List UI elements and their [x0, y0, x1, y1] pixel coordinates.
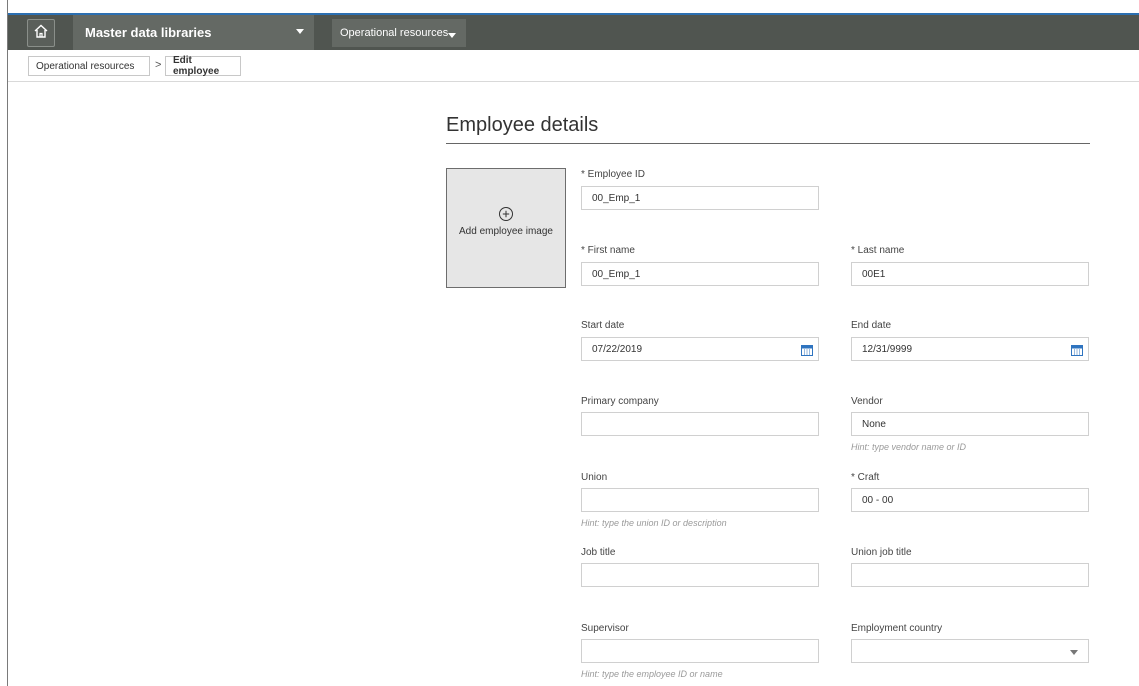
top-nav-bar: Master data libraries Operational resour… — [8, 13, 1139, 50]
union-input[interactable] — [581, 488, 819, 512]
job-title-input[interactable] — [581, 563, 819, 587]
last-name-value: 00E1 — [862, 268, 886, 280]
page-title: Employee details — [446, 114, 599, 136]
calendar-icon[interactable] — [801, 344, 813, 359]
craft-value: 00 - 00 — [862, 494, 894, 506]
calendar-icon[interactable] — [1071, 344, 1083, 359]
job-title-label: Job title — [581, 547, 616, 558]
start-date-input[interactable]: 07/22/2019 — [581, 337, 819, 361]
home-button[interactable] — [27, 19, 55, 47]
craft-label: * Craft — [851, 472, 880, 483]
first-name-input[interactable]: 00_Emp_1 — [581, 262, 819, 286]
breadcrumb-separator: > — [155, 59, 162, 71]
last-name-label: * Last name — [851, 245, 905, 256]
supervisor-input[interactable] — [581, 639, 819, 663]
add-employee-image-label: Add employee image — [459, 226, 553, 237]
union-job-title-label: Union job title — [851, 547, 912, 558]
first-name-label: * First name — [581, 245, 635, 256]
employee-id-value: 00_Emp_1 — [592, 192, 641, 204]
breadcrumb: Operational resources > Edit employee — [8, 50, 1139, 82]
add-circle-icon — [498, 206, 514, 225]
chevron-down-icon — [1070, 650, 1078, 655]
library-dropdown-label: Master data libraries — [85, 25, 212, 40]
employee-id-label: * Employee ID — [581, 169, 645, 180]
union-label: Union — [581, 472, 608, 483]
first-name-value: 00_Emp_1 — [592, 268, 641, 280]
union-job-title-input[interactable] — [851, 563, 1089, 587]
end-date-label: End date — [851, 320, 892, 331]
chevron-down-icon — [296, 29, 304, 34]
vendor-value: None — [862, 418, 886, 430]
module-dropdown-label: Operational resources — [340, 27, 449, 39]
employment-country-select[interactable] — [851, 639, 1089, 663]
craft-input[interactable]: 00 - 00 — [851, 488, 1089, 512]
employee-id-input[interactable]: 00_Emp_1 — [581, 186, 819, 210]
start-date-label: Start date — [581, 320, 625, 331]
start-date-value: 07/22/2019 — [592, 343, 643, 355]
vendor-hint: Hint: type vendor name or ID — [851, 442, 967, 452]
supervisor-hint: Hint: type the employee ID or name — [581, 669, 723, 679]
module-dropdown[interactable]: Operational resources — [332, 19, 466, 47]
end-date-value: 12/31/9999 — [862, 343, 913, 355]
primary-company-input[interactable] — [581, 412, 819, 436]
library-dropdown[interactable]: Master data libraries — [73, 15, 314, 50]
employment-country-label: Employment country — [851, 623, 943, 634]
vendor-input[interactable]: None — [851, 412, 1089, 436]
supervisor-label: Supervisor — [581, 623, 629, 634]
vendor-label: Vendor — [851, 396, 883, 407]
home-icon — [33, 23, 49, 44]
end-date-input[interactable]: 12/31/9999 — [851, 337, 1089, 361]
breadcrumb-item-operational-resources[interactable]: Operational resources — [28, 56, 150, 76]
breadcrumb-item-edit-employee: Edit employee — [165, 55, 241, 77]
union-hint: Hint: type the union ID or description — [581, 518, 727, 528]
chevron-down-icon — [448, 33, 456, 38]
primary-company-label: Primary company — [581, 396, 659, 407]
add-employee-image-button[interactable]: Add employee image — [446, 168, 566, 288]
title-divider — [446, 143, 1090, 144]
window-frame-edge — [0, 0, 8, 686]
last-name-input[interactable]: 00E1 — [851, 262, 1089, 286]
